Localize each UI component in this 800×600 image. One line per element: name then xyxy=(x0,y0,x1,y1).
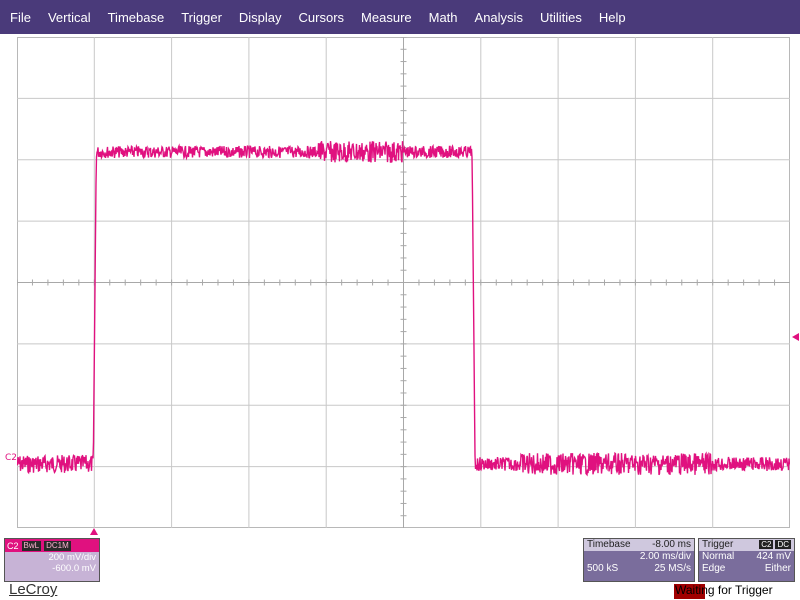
trigger-level-marker xyxy=(792,333,799,341)
menu-bar: File Vertical Timebase Trigger Display Cursor… xyxy=(0,0,800,34)
menu-vertical[interactable]: Vertical xyxy=(38,10,98,25)
menu-file[interactable]: File xyxy=(0,10,38,25)
bandwidth-limit-tag: BwL xyxy=(21,540,42,551)
trigger-slope: Either xyxy=(764,563,791,574)
trigger-position-marker xyxy=(90,528,98,535)
timebase-descriptor[interactable]: Timebase -8.00 ms 2.00 ms/div 500 kS 25 … xyxy=(583,538,695,582)
trigger-source: C2 xyxy=(759,540,774,549)
trigger-type: Edge xyxy=(702,563,726,574)
lecroy-logo: LeCroy xyxy=(9,581,58,598)
volts-per-div: 200 mV/div xyxy=(48,552,96,563)
menu-cursors[interactable]: Cursors xyxy=(289,10,352,25)
channel-descriptor[interactable]: C2 BwL DC1M 200 mV/div -600.0 mV xyxy=(4,538,100,582)
trigger-title: Trigger xyxy=(702,539,734,550)
menu-measure[interactable]: Measure xyxy=(351,10,419,25)
oscilloscope-grid xyxy=(17,37,790,528)
channel-name: C2 xyxy=(7,540,19,551)
channel-offset: -600.0 mV xyxy=(52,563,96,574)
channel-marker: C2 xyxy=(5,453,18,463)
timebase-delay: -8.00 ms xyxy=(652,539,691,550)
timebase-title: Timebase xyxy=(587,539,631,550)
trigger-coupling: DC xyxy=(775,540,791,549)
graticule xyxy=(17,37,790,528)
trigger-mode: Normal xyxy=(702,551,735,562)
time-per-div: 2.00 ms/div xyxy=(639,551,691,562)
menu-display[interactable]: Display xyxy=(229,10,289,25)
sample-count: 500 kS xyxy=(587,563,619,574)
coupling-tag: DC1M xyxy=(44,540,71,551)
menu-timebase[interactable]: Timebase xyxy=(98,10,172,25)
menu-trigger[interactable]: Trigger xyxy=(171,10,229,25)
menu-utilities[interactable]: Utilities xyxy=(530,10,589,25)
sample-rate: 25 MS/s xyxy=(654,563,691,574)
menu-help[interactable]: Help xyxy=(589,10,633,25)
trigger-level: 424 mV xyxy=(756,551,791,562)
menu-math[interactable]: Math xyxy=(419,10,465,25)
menu-analysis[interactable]: Analysis xyxy=(465,10,530,25)
trigger-descriptor[interactable]: Trigger C2 DC Normal 424 mV Edge Either xyxy=(698,538,795,582)
acquisition-status: Waiting for Trigger xyxy=(675,583,773,597)
